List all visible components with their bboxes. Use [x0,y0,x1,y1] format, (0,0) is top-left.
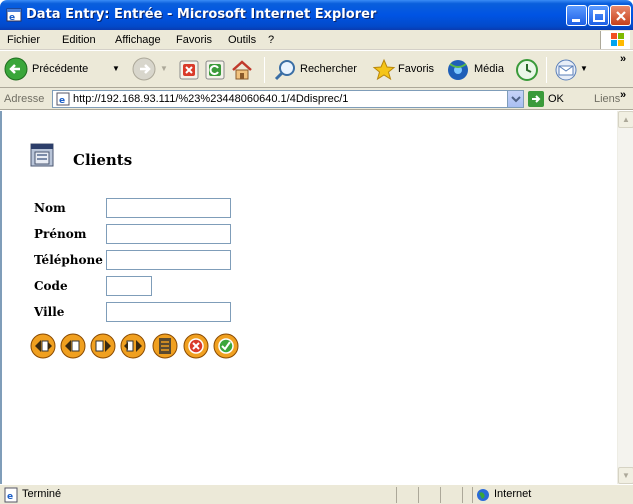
window-title: Data Entry: Entrée - Microsoft Internet … [26,7,377,22]
previous-record-icon[interactable] [60,333,86,359]
chevron-down-icon[interactable]: ▼ [160,64,168,73]
toolbar: Précédente ▼ ▼ Rechercher Favoris Média … [0,50,633,88]
chevron-down-icon[interactable]: ▼ [112,64,120,73]
svg-text:e: e [7,492,13,502]
back-label: Précédente [32,63,89,75]
address-dropdown-button[interactable] [507,91,523,107]
forward-arrow-icon [132,57,156,81]
media-button[interactable]: Média [446,51,512,87]
page-title: Clients [73,151,133,169]
back-button[interactable]: Précédente ▼ [4,51,122,87]
go-arrow-icon[interactable] [528,91,544,107]
star-icon [372,58,396,81]
refresh-icon [205,60,225,80]
menu-help[interactable]: ? [268,34,274,46]
globe-icon [477,489,489,501]
forward-button[interactable]: ▼ [132,51,170,87]
home-icon [232,60,252,80]
scroll-down-button[interactable]: ▼ [618,467,633,484]
chevron-down-icon [511,96,521,103]
mail-icon [555,59,577,81]
media-label: Média [474,63,504,75]
chevron-down-icon[interactable]: ▼ [580,64,588,73]
telephone-field[interactable] [106,250,231,270]
chevron-down-icon: ▼ [622,471,630,480]
back-arrow-icon [4,57,28,81]
status-segment [440,487,462,503]
address-input[interactable]: e http://192.168.93.111/%23%23448060640.… [52,90,524,108]
history-button[interactable] [514,51,540,87]
label-telephone: Téléphone [34,253,103,267]
media-icon [448,60,468,80]
search-icon [274,60,295,81]
menu-bar: Fichier Edition Affichage Favoris Outils… [0,30,633,50]
title-bar[interactable]: e Data Entry: Entrée - Microsoft Interne… [0,0,633,30]
windows-logo-icon [600,31,630,49]
close-button[interactable] [610,5,631,26]
svg-text:e: e [9,13,15,23]
go-button[interactable]: OK [548,93,564,105]
favorites-button[interactable]: Favoris [372,51,446,87]
prenom-field[interactable] [106,224,231,244]
page-content: Clients Nom Prénom Téléphone Code Ville [0,111,618,484]
history-icon [516,59,538,81]
scroll-up-button[interactable]: ▲ [618,111,633,128]
stop-icon [179,60,199,80]
next-record-icon[interactable] [90,333,116,359]
status-segment [396,487,418,503]
status-bar: e Terminé Internet [0,484,633,504]
last-record-icon[interactable] [120,333,146,359]
links-button[interactable]: Liens [594,93,620,105]
links-overflow-icon[interactable]: » [620,89,626,101]
ie-icon: e [6,8,22,23]
chevron-up-icon: ▲ [622,115,630,124]
search-label: Rechercher [300,63,357,75]
minimize-button[interactable] [566,5,587,26]
ville-field[interactable] [106,302,231,322]
label-ville: Ville [34,305,65,319]
validate-icon[interactable] [213,333,239,359]
status-segment [462,487,472,503]
maximize-icon [593,10,605,22]
cancel-icon[interactable] [183,333,209,359]
label-prenom: Prénom [34,227,87,241]
home-button[interactable] [230,51,254,87]
menu-outils[interactable]: Outils [228,34,256,46]
label-code: Code [34,279,68,293]
menu-affichage[interactable]: Affichage [115,34,161,46]
menu-edition[interactable]: Edition [62,34,96,46]
favorites-label: Favoris [398,63,435,75]
label-nom: Nom [34,201,66,215]
window-icon [30,143,54,167]
status-text: Terminé [22,488,62,500]
page-done-icon: e [4,487,18,503]
maximize-button[interactable] [588,5,609,26]
vertical-scrollbar[interactable]: ▲ ▼ [617,111,633,484]
refresh-button[interactable] [204,51,226,87]
menu-favoris[interactable]: Favoris [176,34,212,46]
close-icon [616,11,626,21]
svg-text:e: e [59,96,65,106]
code-field[interactable] [106,276,152,296]
toolbar-separator [264,57,265,83]
security-zone: Internet [494,488,532,500]
mail-button[interactable]: ▼ [554,51,588,87]
list-icon[interactable] [152,333,178,359]
address-url: http://192.168.93.111/%23%23448060640.1/… [73,93,349,105]
page-icon: e [56,92,70,106]
status-segment [418,487,440,503]
first-record-icon[interactable] [30,333,56,359]
address-bar: Adresse e http://192.168.93.111/%23%2344… [0,88,633,110]
search-button[interactable]: Rechercher [272,51,368,87]
menu-fichier[interactable]: Fichier [7,34,40,46]
minimize-icon [572,19,580,22]
address-label: Adresse [4,93,45,105]
stop-button[interactable] [178,51,200,87]
toolbar-separator [546,57,547,83]
toolbar-overflow-icon[interactable]: » [620,53,626,65]
nom-field[interactable] [106,198,231,218]
